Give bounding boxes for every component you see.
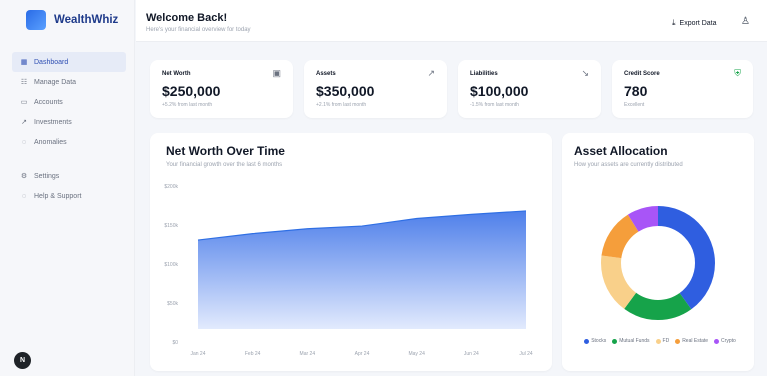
user-icon[interactable]: ♙ bbox=[741, 16, 750, 27]
sidebar-item-label: Anomalies bbox=[34, 138, 67, 146]
header: Welcome Back! Here's your financial over… bbox=[136, 0, 767, 42]
asset-allocation-panel: Asset Allocation How your assets are cur… bbox=[562, 133, 754, 371]
stat-sub: +5.2% from last month bbox=[162, 102, 213, 108]
legend-label: Crypto bbox=[721, 338, 736, 344]
y-tick-label: $50k bbox=[167, 301, 178, 307]
sidebar-item-accounts[interactable]: ▭ Accounts bbox=[12, 92, 126, 112]
stat-sub: Excellent bbox=[624, 102, 645, 108]
stat-card-liabilities: Liabilities ↘ $100,000 -1.5% from last m… bbox=[458, 60, 601, 118]
sidebar-item-label: Dashboard bbox=[34, 58, 69, 66]
legend-item: Real Estate bbox=[675, 338, 708, 344]
avatar[interactable]: N bbox=[14, 352, 31, 369]
x-tick-label: Feb 24 bbox=[245, 351, 261, 357]
sidebar-nav: ▦ Dashboard ☷ Manage Data ▭ Accounts ↗ I… bbox=[12, 52, 126, 206]
chart-legend: Stocks Mutual Funds FD Real Estate Crypto bbox=[576, 338, 744, 344]
alert-icon: ◌ bbox=[21, 138, 27, 146]
legend-item: Stocks bbox=[584, 338, 606, 344]
legend-label: FD bbox=[662, 338, 670, 344]
sidebar-item-label: Manage Data bbox=[34, 78, 77, 86]
brand-name: WealthWhiz bbox=[54, 14, 119, 26]
sidebar-item-investments[interactable]: ↗ Investments bbox=[12, 112, 126, 132]
export-label: Export Data bbox=[679, 19, 717, 27]
stat-label: Assets bbox=[316, 71, 336, 77]
logo-icon bbox=[26, 10, 46, 30]
y-tick-label: $0 bbox=[172, 340, 178, 346]
stat-card-credit-score: Credit Score ⛨ 780 Excellent bbox=[612, 60, 753, 118]
legend-swatch bbox=[714, 338, 720, 344]
stat-card-assets: Assets ↗ $350,000 +2.1% from last month bbox=[304, 60, 447, 118]
legend-label: Stocks bbox=[591, 338, 607, 344]
stat-sub: -1.5% from last month bbox=[470, 102, 519, 108]
help-icon: ◌ bbox=[21, 192, 27, 200]
stat-sub: +2.1% from last month bbox=[316, 102, 367, 108]
shield-icon: ⛨ bbox=[734, 68, 741, 78]
stat-label: Credit Score bbox=[624, 71, 660, 77]
trend-icon: ↗ bbox=[21, 119, 27, 126]
trend-up-icon: ↗ bbox=[427, 68, 435, 78]
area-series bbox=[198, 210, 526, 329]
legend-swatch bbox=[675, 338, 681, 344]
brand[interactable]: WealthWhiz bbox=[26, 10, 118, 30]
asset-allocation-donut bbox=[601, 206, 715, 320]
sidebar-item-label: Investments bbox=[34, 118, 72, 126]
stat-value: $100,000 bbox=[470, 83, 529, 99]
page-subtitle: Here's your financial overview for today bbox=[146, 27, 251, 33]
legend-label: Real Estate bbox=[682, 338, 709, 344]
stat-value: 780 bbox=[624, 83, 648, 99]
legend-label: Mutual Funds bbox=[619, 338, 650, 344]
sidebar-item-label: Accounts bbox=[34, 98, 63, 106]
stat-label: Liabilities bbox=[470, 71, 498, 77]
stat-card-net-worth: Net Worth ▣ $250,000 +5.2% from last mon… bbox=[150, 60, 293, 118]
sidebar-item-settings[interactable]: ⚙ Settings bbox=[12, 166, 126, 186]
stat-value: $350,000 bbox=[316, 83, 375, 99]
legend-item: Crypto bbox=[714, 338, 736, 344]
sidebar-item-anomalies[interactable]: ◌ Anomalies bbox=[12, 132, 126, 152]
gear-icon: ⚙ bbox=[20, 173, 28, 180]
trend-down-icon: ↘ bbox=[581, 68, 589, 78]
x-tick-label: Mar 24 bbox=[300, 351, 316, 357]
sidebar-item-help[interactable]: ◌ Help & Support bbox=[12, 186, 126, 206]
sidebar-item-label: Help & Support bbox=[34, 192, 82, 200]
stat-value: $250,000 bbox=[162, 83, 221, 99]
x-tick-label: Jun 24 bbox=[464, 351, 479, 357]
y-tick-label: $200k bbox=[164, 184, 178, 190]
legend-item: FD bbox=[655, 338, 670, 344]
calendar-icon: ▣ bbox=[272, 68, 281, 78]
y-tick-label: $150k bbox=[164, 223, 178, 229]
x-tick-label: Jan 24 bbox=[190, 351, 205, 357]
y-tick-label: $100k bbox=[164, 262, 178, 268]
sidebar-item-label: Settings bbox=[34, 172, 60, 180]
net-worth-area-chart: $0 $50k $100k $150k $200k Jan 24 Feb 24 Mar 24 A… bbox=[164, 184, 533, 357]
export-data-button[interactable]: ⤓ Export Data bbox=[672, 18, 717, 28]
x-tick-label: Jul 24 bbox=[519, 351, 533, 357]
download-icon: ⤓ bbox=[672, 18, 676, 27]
legend-item: Mutual Funds bbox=[612, 338, 650, 344]
stat-label: Net Worth bbox=[162, 71, 191, 77]
x-tick-label: May 24 bbox=[408, 351, 425, 357]
card-icon: ▭ bbox=[20, 99, 28, 106]
grid-icon: ▦ bbox=[20, 59, 28, 66]
x-tick-label: Apr 24 bbox=[355, 351, 370, 357]
sidebar-item-manage-data[interactable]: ☷ Manage Data bbox=[12, 72, 126, 92]
sidebar-item-dashboard[interactable]: ▦ Dashboard bbox=[12, 52, 126, 72]
net-worth-panel: Net Worth Over Time Your financial growt… bbox=[150, 133, 552, 371]
sidebar: WealthWhiz ▦ Dashboard ☷ Manage Data ▭ A… bbox=[0, 0, 135, 376]
page-title: Welcome Back! bbox=[146, 12, 228, 24]
legend-swatch bbox=[584, 338, 590, 344]
table-icon: ☷ bbox=[20, 79, 28, 86]
legend-swatch bbox=[655, 338, 661, 344]
legend-swatch bbox=[612, 338, 618, 344]
